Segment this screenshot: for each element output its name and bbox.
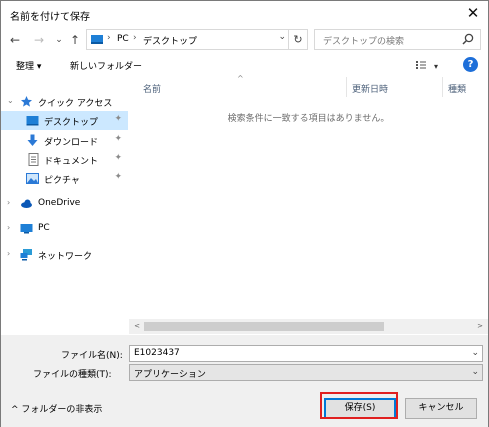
sidebar-item-pictures[interactable]: ピクチャ ✦ bbox=[1, 169, 128, 188]
title-bar: 名前を付けて保存 ✕ bbox=[1, 1, 488, 27]
scroll-left-icon[interactable]: < bbox=[131, 320, 143, 333]
breadcrumb-separator: › bbox=[133, 33, 137, 43]
breadcrumb-desktop[interactable]: デスクトップ bbox=[143, 34, 197, 47]
hide-folders-toggle[interactable]: ^ フォルダーの非表示 bbox=[11, 402, 102, 415]
sidebar-item-label: ピクチャ bbox=[44, 176, 80, 186]
desktop-icon bbox=[26, 116, 39, 126]
pc-icon bbox=[91, 35, 103, 44]
filename-input[interactable]: E1023437 ⌄ bbox=[129, 345, 483, 362]
sidebar-item-documents[interactable]: ドキュメント ✦ bbox=[1, 150, 128, 169]
pin-icon[interactable]: ✦ bbox=[114, 134, 122, 144]
back-arrow-icon[interactable]: ← bbox=[7, 31, 23, 49]
network-icon bbox=[20, 249, 32, 261]
expand-chevron-icon[interactable]: › bbox=[7, 223, 10, 232]
search-box[interactable]: デスクトップの検索 bbox=[314, 29, 481, 50]
cloud-icon bbox=[21, 199, 32, 208]
filetype-dropdown-icon[interactable]: ⌄ bbox=[471, 367, 479, 377]
expand-chevron-icon[interactable]: › bbox=[7, 198, 10, 207]
column-header-modified[interactable]: 更新日時 bbox=[352, 82, 388, 102]
command-bar: 整理 ▾ 新しいフォルダー ▾ ? bbox=[1, 54, 488, 76]
sidebar-item-downloads[interactable]: ダウンロード ✦ bbox=[1, 131, 128, 150]
refresh-icon[interactable]: ↻ bbox=[288, 30, 307, 49]
forward-arrow-icon[interactable]: → bbox=[31, 31, 47, 49]
sidebar-item-desktop[interactable]: デスクトップ ✦ bbox=[1, 111, 128, 130]
filename-label: ファイル名(N): bbox=[61, 351, 123, 361]
view-dropdown-icon[interactable]: ▾ bbox=[434, 62, 438, 71]
breadcrumb-pc[interactable]: PC bbox=[117, 34, 129, 44]
sidebar-item-network[interactable]: › ネットワーク bbox=[1, 245, 128, 264]
organize-button[interactable]: 整理 ▾ bbox=[16, 59, 41, 72]
column-divider[interactable] bbox=[442, 77, 443, 97]
save-panel: ファイル名(N): E1023437 ⌄ ファイルの種類(T): アプリケーショ… bbox=[1, 335, 488, 427]
pictures-icon bbox=[26, 173, 39, 184]
up-arrow-icon[interactable]: ↑ bbox=[67, 31, 83, 49]
cancel-button[interactable]: キャンセル bbox=[405, 398, 477, 419]
search-icon[interactable] bbox=[461, 32, 475, 46]
pin-icon[interactable]: ✦ bbox=[114, 172, 122, 182]
sort-ascending-icon: ^ bbox=[237, 74, 244, 83]
breadcrumb-separator: › bbox=[107, 33, 111, 43]
horizontal-scrollbar[interactable]: < > bbox=[129, 319, 488, 334]
recent-locations-chevron-icon[interactable]: ⌄ bbox=[51, 31, 67, 49]
new-folder-button[interactable]: 新しいフォルダー bbox=[70, 59, 142, 72]
pc-icon bbox=[20, 224, 33, 234]
file-list: ^ 名前 更新日時 種類 検索条件に一致する項目はありません。 bbox=[129, 74, 488, 335]
column-header-type[interactable]: 種類 bbox=[448, 82, 466, 102]
sidebar-item-label: OneDrive bbox=[38, 198, 81, 208]
pin-icon[interactable]: ✦ bbox=[114, 153, 122, 163]
filename-value: E1023437 bbox=[134, 348, 180, 358]
close-icon[interactable]: ✕ bbox=[458, 1, 488, 27]
address-dropdown-icon[interactable]: ⌄ bbox=[278, 32, 286, 42]
star-icon bbox=[21, 96, 32, 107]
scrollbar-thumb[interactable] bbox=[144, 322, 384, 331]
save-as-dialog: 名前を付けて保存 ✕ ← → ⌄ ↑ › PC › デスクトップ ⌄ ↻ デスク… bbox=[0, 0, 489, 427]
search-placeholder: デスクトップの検索 bbox=[323, 37, 405, 47]
download-icon bbox=[27, 134, 38, 146]
empty-state-message: 検索条件に一致する項目はありません。 bbox=[227, 114, 390, 124]
document-icon bbox=[28, 153, 39, 166]
collapse-chevron-icon[interactable]: ⌄ bbox=[7, 96, 14, 105]
column-header-name[interactable]: 名前 bbox=[143, 82, 161, 102]
sidebar-item-quick-access[interactable]: ⌄ クイック アクセス bbox=[1, 92, 128, 111]
filetype-value: アプリケーション bbox=[134, 370, 206, 380]
sidebar-item-label: ネットワーク bbox=[38, 252, 93, 262]
view-options-icon[interactable]: ▾ bbox=[415, 57, 441, 73]
pin-icon[interactable]: ✦ bbox=[114, 114, 122, 124]
dialog-title: 名前を付けて保存 bbox=[10, 12, 90, 23]
filetype-label: ファイルの種類(T): bbox=[33, 370, 112, 380]
sidebar-item-label: ダウンロード bbox=[44, 138, 99, 148]
sidebar-item-label: ドキュメント bbox=[44, 157, 99, 167]
scroll-right-icon[interactable]: > bbox=[474, 320, 486, 333]
sidebar-item-label: クイック アクセス bbox=[38, 99, 113, 109]
column-divider[interactable] bbox=[346, 77, 347, 97]
sidebar-item-onedrive[interactable]: › OneDrive bbox=[1, 194, 128, 213]
save-button-highlight bbox=[320, 392, 398, 419]
sidebar-item-pc[interactable]: › PC bbox=[1, 219, 128, 238]
help-icon[interactable]: ? bbox=[463, 57, 478, 72]
navigation-pane: ⌄ クイック アクセス デスクトップ ✦ ダウンロード ✦ ドキュメント ✦ ピ… bbox=[1, 89, 128, 339]
address-row: ← → ⌄ ↑ › PC › デスクトップ ⌄ ↻ デスクトップの検索 bbox=[1, 27, 488, 53]
filename-dropdown-icon[interactable]: ⌄ bbox=[471, 348, 479, 358]
sidebar-item-label: PC bbox=[38, 223, 50, 233]
expand-chevron-icon[interactable]: › bbox=[7, 249, 10, 258]
address-bar[interactable]: › PC › デスクトップ ⌄ ↻ bbox=[86, 29, 308, 50]
sidebar-item-label: デスクトップ bbox=[44, 118, 99, 128]
filetype-select[interactable]: アプリケーション ⌄ bbox=[129, 364, 483, 381]
